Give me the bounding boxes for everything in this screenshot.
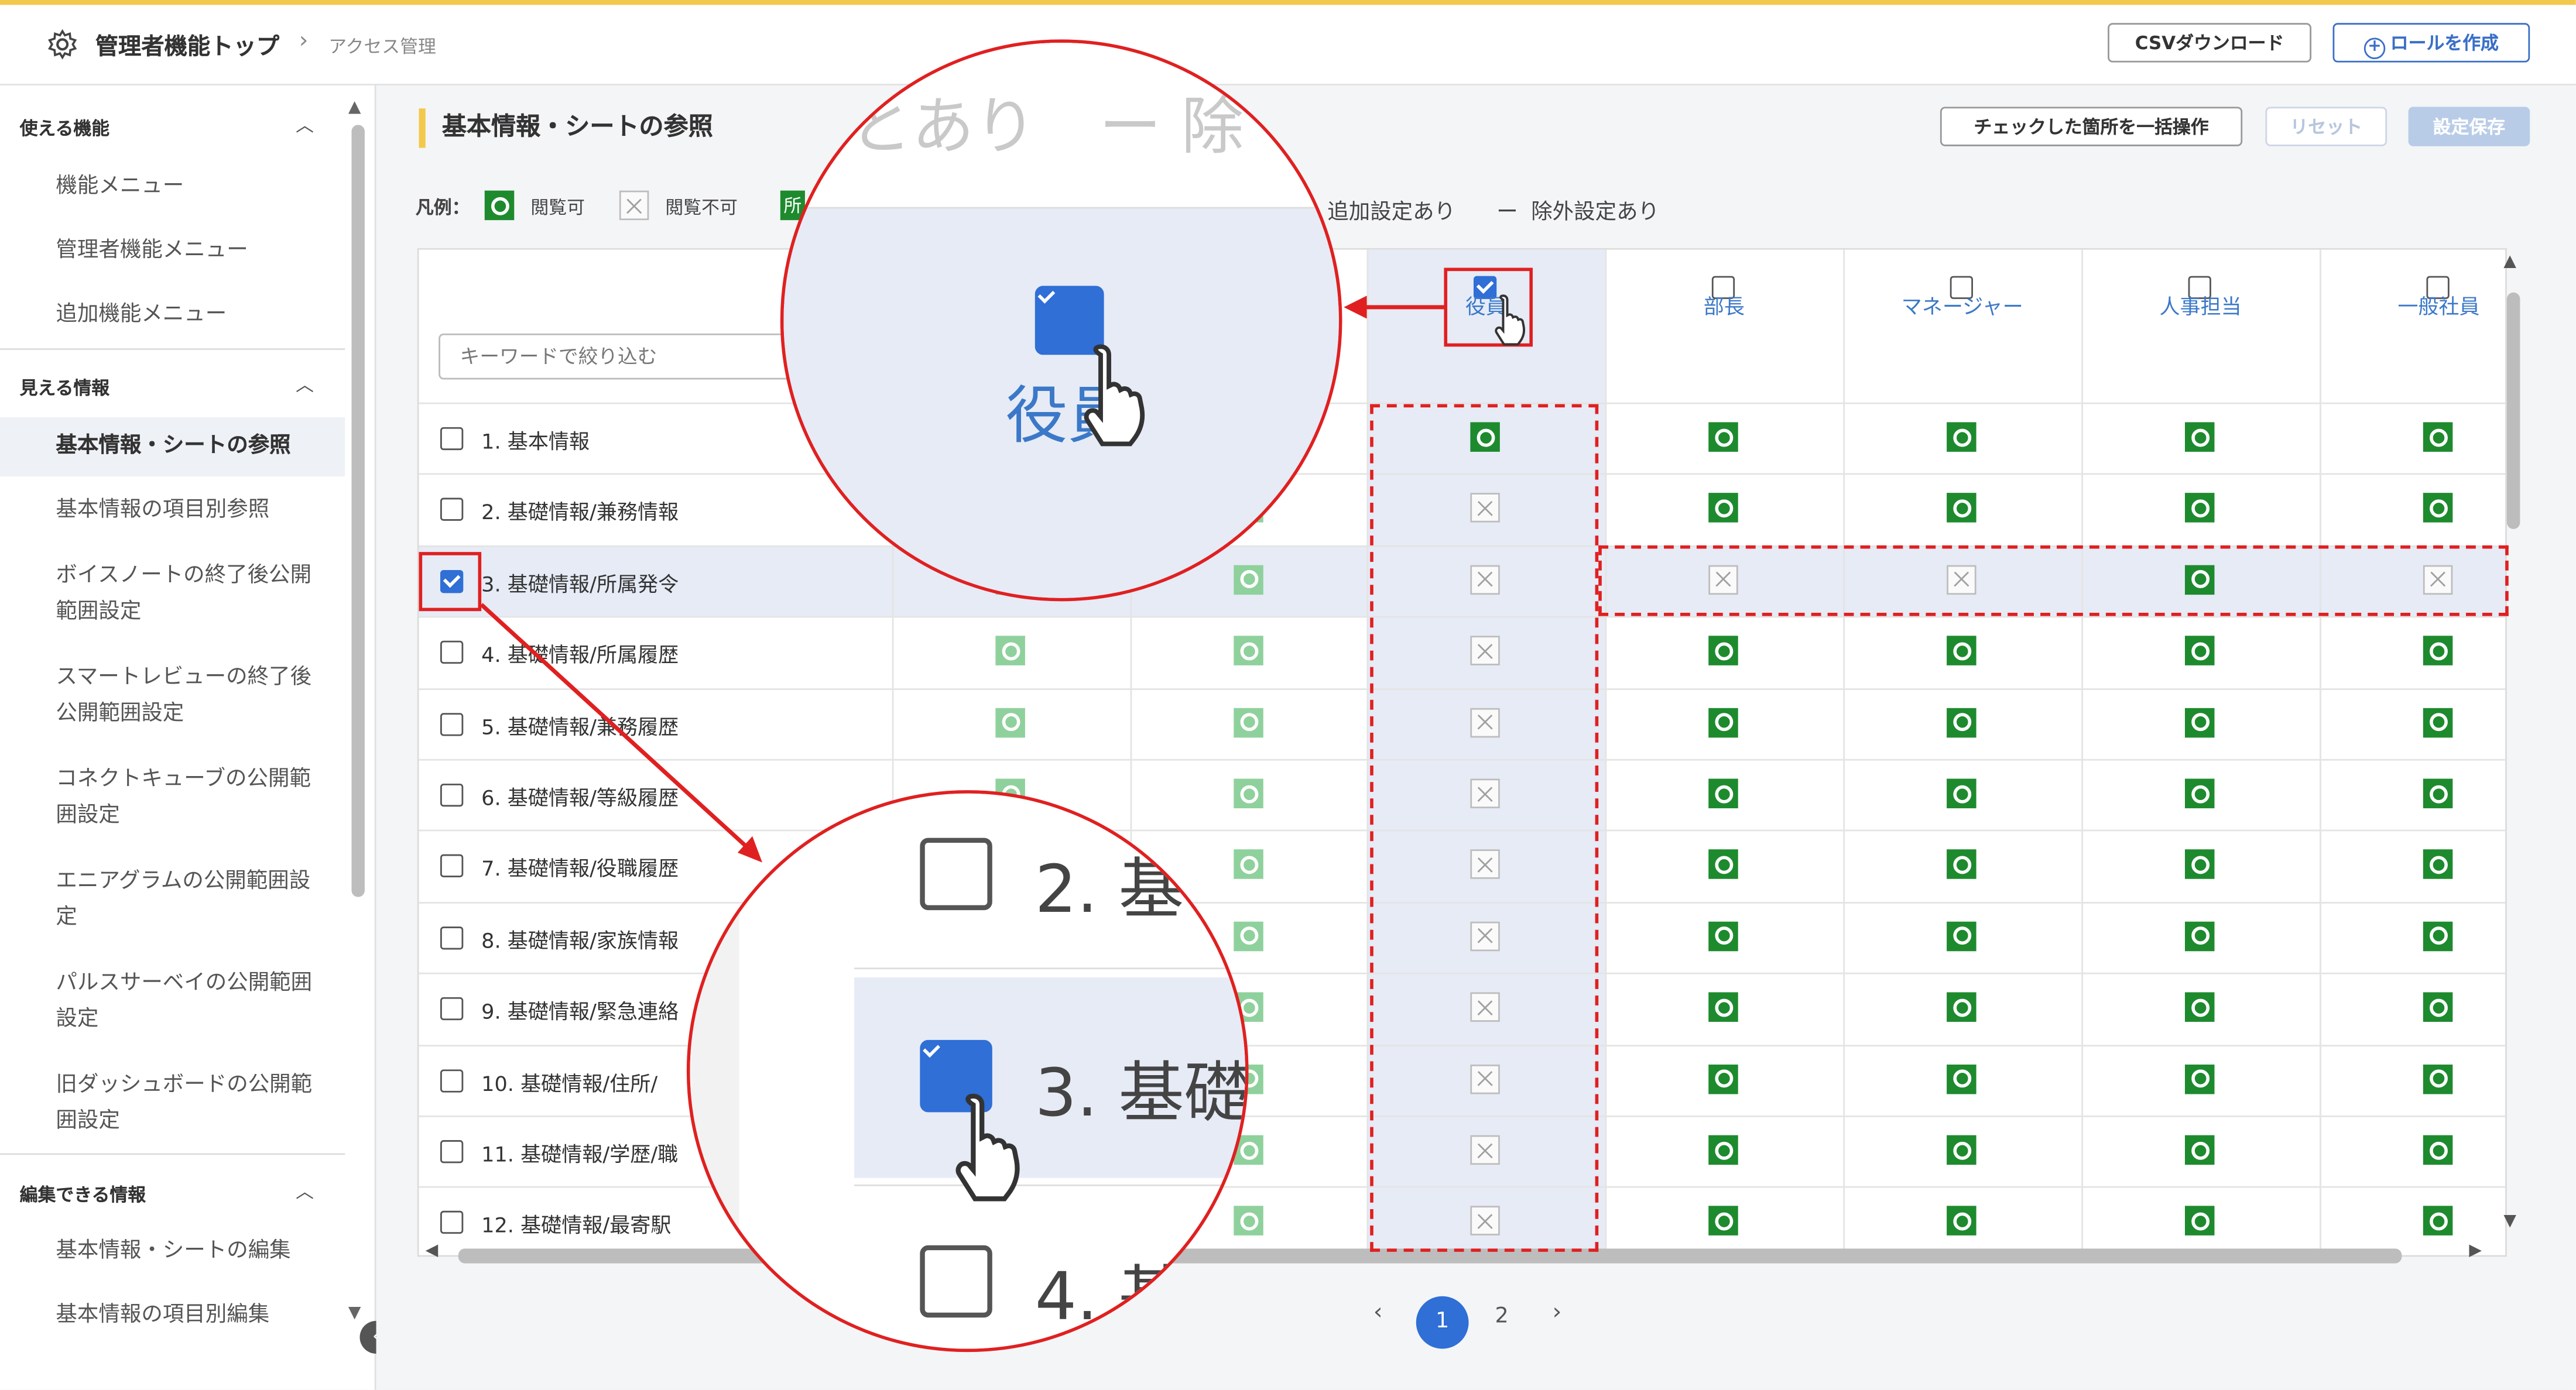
pointer-hand-icon	[955, 1093, 1020, 1202]
zoom-row2-checkbox	[920, 838, 992, 911]
pointer-hand-icon	[1495, 294, 1526, 346]
zoom-row4-checkbox	[920, 1245, 992, 1318]
zoom-header-magnifier: とあり ー 除 役員	[780, 39, 1342, 602]
app-window: 管理者機能トップ › アクセス管理 CSVダウンロード + ロールを作成 使える機…	[0, 0, 2576, 1390]
zoom-legend-text: とあり ー 除	[849, 90, 1244, 163]
zoom-row4-label: 4. 基	[1034, 1259, 1184, 1336]
zoom-row3-label: 3. 基礎	[1034, 1056, 1249, 1132]
zoom-row-magnifier: 2. 基 3. 基礎 4. 基	[686, 790, 1249, 1353]
zoom-row2-label: 2. 基	[1034, 852, 1184, 928]
pointer-hand-icon	[1084, 344, 1145, 447]
